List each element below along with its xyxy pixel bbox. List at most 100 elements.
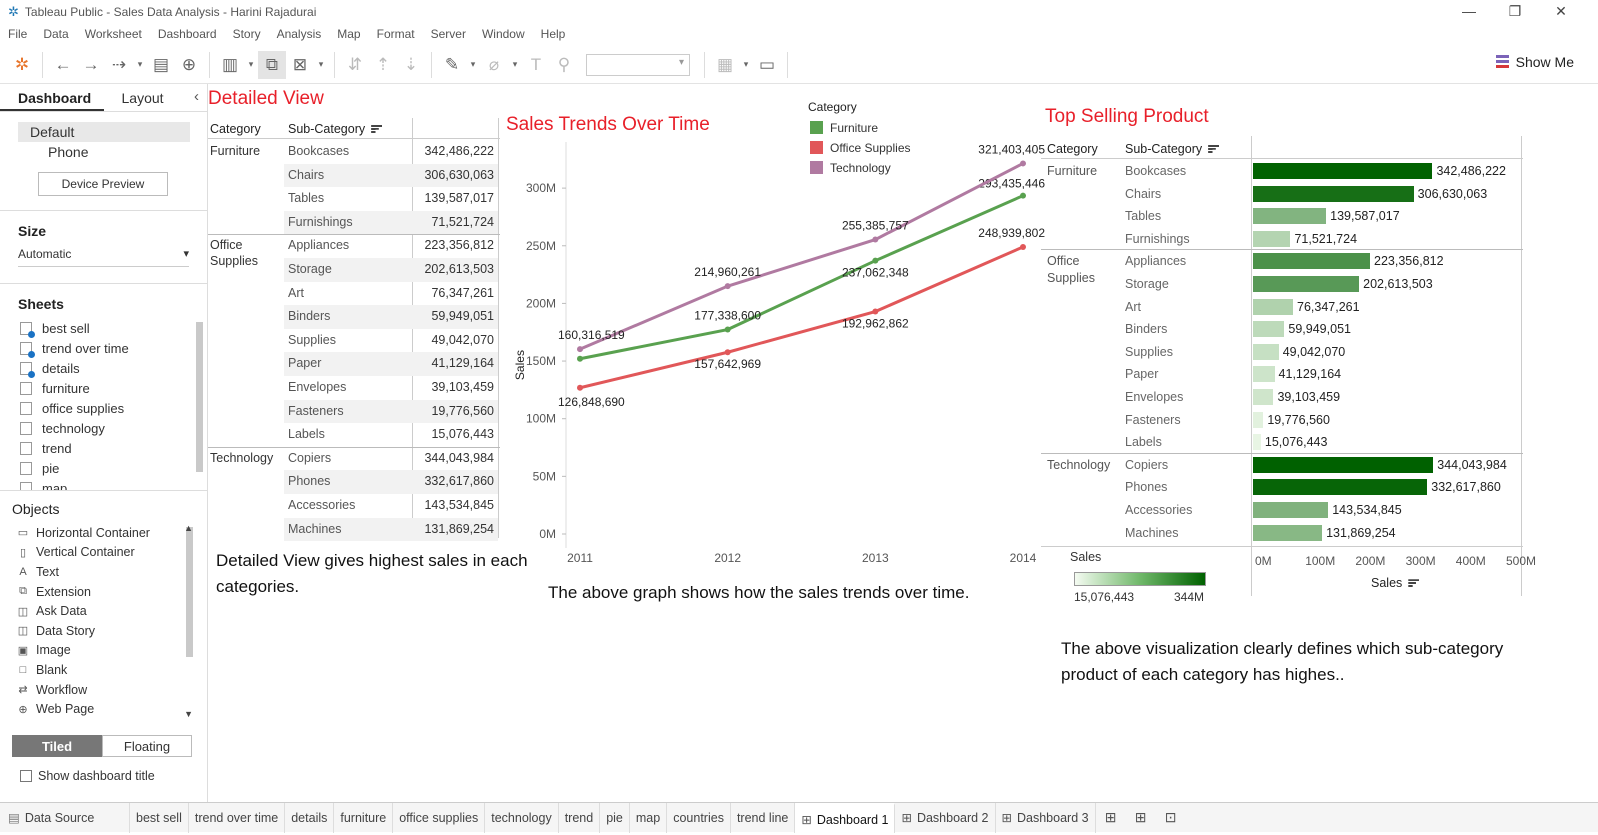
menu-file[interactable]: File bbox=[8, 27, 27, 41]
new-worksheet-icon[interactable]: ⊞ bbox=[1096, 809, 1126, 826]
new-worksheet-dropdown-icon[interactable]: ▾ bbox=[244, 51, 258, 79]
object-item[interactable]: ▣ Image bbox=[0, 641, 207, 661]
duplicate-sheet-icon[interactable]: ⧉ bbox=[258, 50, 286, 79]
sheet-tab-dashboard-1[interactable]: ⊞ Dashboard 1 bbox=[795, 802, 896, 833]
menu-window[interactable]: Window bbox=[482, 27, 525, 41]
device-preview-button[interactable]: Device Preview bbox=[38, 172, 168, 196]
save-icon[interactable]: ▤ bbox=[147, 51, 175, 79]
replay-dropdown-icon[interactable]: ▾ bbox=[133, 51, 147, 79]
sheet-tab-trend-over-time[interactable]: trend over time bbox=[189, 802, 286, 833]
clear-sheet-dropdown-icon[interactable]: ▾ bbox=[314, 51, 328, 79]
sort-icon[interactable] bbox=[1208, 145, 1220, 153]
collapse-pane-icon[interactable]: ‹ bbox=[194, 84, 199, 110]
sheet-item[interactable]: best sell bbox=[0, 318, 207, 338]
sales-bar[interactable] bbox=[1253, 524, 1323, 541]
data-point[interactable] bbox=[724, 283, 731, 290]
sales-bar[interactable] bbox=[1253, 185, 1414, 202]
sort-icon[interactable] bbox=[1408, 579, 1420, 588]
tableau-home-icon[interactable]: ✲ bbox=[8, 51, 36, 79]
sales-bar[interactable] bbox=[1253, 434, 1261, 451]
sales-trend-line-chart[interactable]: 0M 50M 100M 150M 200M 250M 300M Sales 2011 2012 20… bbox=[500, 94, 1045, 564]
sales-bar[interactable] bbox=[1253, 411, 1264, 428]
close-button[interactable]: ✕ bbox=[1538, 0, 1584, 22]
sheet-tab-technology[interactable]: technology bbox=[485, 802, 559, 833]
sheet-tab-pie[interactable]: pie bbox=[600, 802, 630, 833]
sheet-tab-furniture[interactable]: furniture bbox=[334, 802, 394, 833]
sales-bar[interactable] bbox=[1253, 389, 1274, 405]
sheet-item[interactable]: trend over time bbox=[0, 338, 207, 358]
sheet-item[interactable]: technology bbox=[0, 418, 207, 438]
data-point[interactable] bbox=[577, 346, 583, 353]
sheet-tab-best-sell[interactable]: best sell bbox=[130, 802, 189, 833]
sheet-item[interactable]: pie bbox=[0, 458, 207, 478]
sales-bar[interactable] bbox=[1253, 366, 1275, 383]
sheet-tab-map[interactable]: map bbox=[630, 802, 668, 833]
floating-button[interactable]: Floating bbox=[102, 735, 192, 757]
top-selling-bar-chart[interactable]: Category Sub-Category Furniture Bookcases… bbox=[1041, 136, 1536, 596]
fit-dropdown[interactable] bbox=[586, 53, 690, 76]
new-data-source-icon[interactable]: ⊕ bbox=[175, 51, 203, 79]
group-icon[interactable]: ⌀ bbox=[480, 51, 508, 79]
object-item[interactable]: ◫ Ask Data bbox=[0, 601, 207, 621]
sales-bar[interactable] bbox=[1253, 321, 1285, 338]
swap-axes-icon[interactable]: ⇵ bbox=[341, 51, 369, 79]
tiled-button[interactable]: Tiled bbox=[12, 735, 102, 757]
data-point[interactable] bbox=[577, 384, 583, 391]
sheet-tab-dashboard-2[interactable]: ⊞ Dashboard 2 bbox=[895, 802, 996, 833]
object-item[interactable]: ⊕ Web Page bbox=[0, 699, 207, 719]
legend-item[interactable]: Technology bbox=[830, 161, 891, 175]
col-subcategory-header[interactable]: Sub-Category bbox=[1125, 142, 1220, 156]
sheet-tab-trend-line[interactable]: trend line bbox=[731, 802, 796, 833]
data-point[interactable] bbox=[1020, 192, 1026, 199]
sheet-tab-data-source[interactable]: ▤ Data Source bbox=[0, 802, 130, 833]
tab-dashboard[interactable]: Dashboard bbox=[0, 84, 104, 111]
sales-bar[interactable] bbox=[1253, 230, 1291, 247]
col-subcategory-header[interactable]: Sub-Category bbox=[288, 122, 383, 136]
menu-story[interactable]: Story bbox=[233, 27, 261, 41]
sheet-item[interactable]: details bbox=[0, 358, 207, 378]
object-item[interactable]: ◫ Data Story bbox=[0, 621, 207, 641]
highlight-dropdown-icon[interactable]: ▾ bbox=[466, 51, 480, 79]
menu-analysis[interactable]: Analysis bbox=[277, 27, 322, 41]
redo-icon[interactable]: → bbox=[77, 51, 105, 79]
data-point[interactable] bbox=[724, 349, 731, 356]
data-point[interactable] bbox=[872, 257, 879, 264]
scroll-down-icon[interactable]: ▼ bbox=[184, 709, 193, 719]
object-item[interactable]: ▭ Horizontal Container bbox=[0, 523, 207, 543]
legend-item[interactable]: Office Supplies bbox=[830, 141, 911, 155]
object-item[interactable]: □ Blank bbox=[0, 660, 207, 680]
group-dropdown-icon[interactable]: ▾ bbox=[508, 51, 522, 79]
sort-ascending-icon[interactable]: ⇡ bbox=[369, 51, 397, 79]
presentation-mode-icon[interactable]: ▭ bbox=[753, 51, 781, 79]
minimize-button[interactable]: — bbox=[1446, 0, 1492, 22]
menu-format[interactable]: Format bbox=[377, 27, 415, 41]
series-line-technology[interactable] bbox=[579, 162, 1024, 351]
sort-icon[interactable] bbox=[371, 125, 383, 133]
legend-item[interactable]: Furniture bbox=[830, 121, 878, 135]
show-me-button[interactable]: Show Me bbox=[1495, 54, 1574, 70]
sheet-tab-countries[interactable]: countries bbox=[667, 802, 731, 833]
objects-scrollbar[interactable] bbox=[186, 527, 193, 657]
sheet-item[interactable]: trend bbox=[0, 438, 207, 458]
device-default[interactable]: Default bbox=[18, 122, 190, 142]
object-item[interactable]: ▯ Vertical Container bbox=[0, 543, 207, 563]
menu-map[interactable]: Map bbox=[337, 27, 360, 41]
sheet-tab-dashboard-3[interactable]: ⊞ Dashboard 3 bbox=[996, 802, 1096, 833]
sheet-item[interactable]: furniture bbox=[0, 378, 207, 398]
tab-layout[interactable]: Layout bbox=[104, 84, 208, 111]
sales-bar[interactable] bbox=[1253, 276, 1360, 292]
data-point[interactable] bbox=[724, 326, 731, 333]
sheet-item[interactable]: office supplies bbox=[0, 398, 207, 418]
sales-bar[interactable] bbox=[1253, 456, 1434, 473]
x-axis-title[interactable]: Sales bbox=[1371, 576, 1420, 590]
show-title-checkbox[interactable] bbox=[20, 770, 32, 782]
pin-icon[interactable]: ⚲ bbox=[550, 51, 578, 79]
data-point[interactable] bbox=[872, 308, 879, 315]
color-legend[interactable]: Category Furniture Office Supplies Technolo… bbox=[808, 100, 911, 175]
new-story-icon[interactable]: ⊡ bbox=[1156, 809, 1186, 826]
sheet-item[interactable]: map bbox=[0, 478, 207, 490]
object-item[interactable]: A Text bbox=[0, 562, 207, 582]
sales-bar[interactable] bbox=[1253, 163, 1433, 179]
sheet-tab-office-supplies[interactable]: office supplies bbox=[393, 802, 486, 833]
series-line-office-supplies[interactable] bbox=[579, 245, 1024, 390]
